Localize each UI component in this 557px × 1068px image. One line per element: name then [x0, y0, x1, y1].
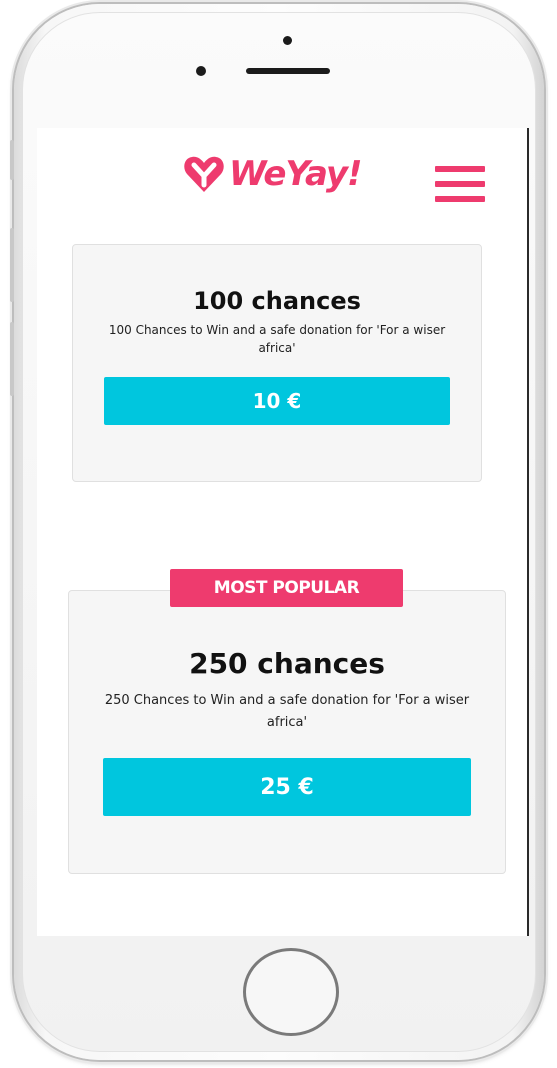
home-button[interactable]: [243, 948, 339, 1036]
package-title: 100 chances: [193, 287, 361, 315]
heart-y-logo-icon: [184, 156, 224, 192]
volume-down-button: [10, 322, 14, 396]
most-popular-badge: MOST POPULAR: [170, 569, 403, 607]
price-button-25[interactable]: 25 €: [103, 758, 471, 816]
proximity-sensor: [283, 36, 292, 45]
phone-mockup: WeYay! 100 chances 100 Chances to Win an…: [0, 0, 557, 1068]
front-camera: [196, 66, 206, 76]
package-description: 100 Chances to Win and a safe donation f…: [108, 323, 446, 355]
hamburger-menu-icon[interactable]: [435, 166, 485, 202]
menu-bar: [435, 181, 485, 187]
package-description: 250 Chances to Win and a safe donation f…: [104, 693, 470, 730]
earpiece-speaker: [246, 68, 330, 74]
weyay-logo[interactable]: WeYay!: [183, 154, 363, 194]
package-card-250: 250 chances 250 Chances to Win and a saf…: [68, 590, 506, 874]
price-button-10[interactable]: 10 €: [104, 377, 450, 425]
volume-up-button: [10, 228, 14, 302]
menu-bar: [435, 196, 485, 202]
phone-screen: WeYay! 100 chances 100 Chances to Win an…: [37, 128, 529, 936]
package-card-100: 100 chances 100 Chances to Win and a saf…: [72, 244, 482, 482]
logo-text: WeYay!: [229, 154, 363, 194]
menu-bar: [435, 166, 485, 172]
mute-switch: [10, 140, 14, 180]
